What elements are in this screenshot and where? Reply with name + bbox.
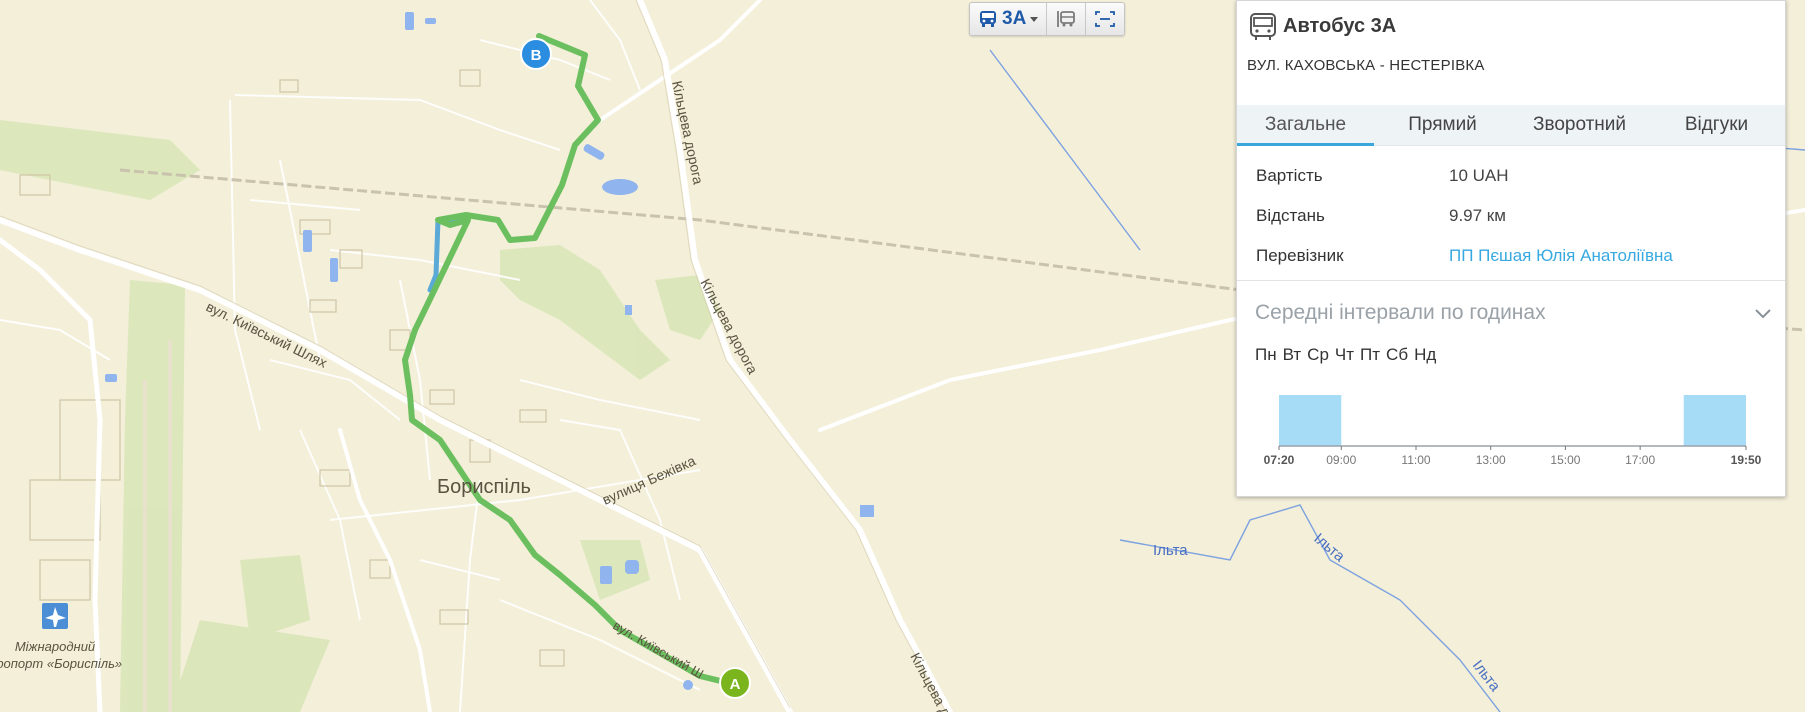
tab-general[interactable]: Загальне (1237, 105, 1374, 146)
route-selector-button[interactable]: 3А (970, 3, 1048, 35)
fit-route-button[interactable] (1086, 3, 1124, 35)
day-thu[interactable]: Чт (1335, 345, 1354, 365)
chevron-down-icon[interactable] (1755, 309, 1771, 319)
carrier-link[interactable]: ПП Пєшая Юлія Анатоліївна (1449, 246, 1673, 266)
stops-icon (1057, 11, 1076, 27)
distance-label: Відстань (1256, 206, 1325, 225)
day-sun[interactable]: Нд (1414, 345, 1436, 365)
panel-subtitle: ВУЛ. КАХОВСЬКА - НЕСТЕРІВКА (1247, 57, 1485, 74)
intervals-title: Середні інтервали по годинах (1255, 301, 1546, 324)
carrier-label: Перевізник (1256, 246, 1344, 265)
distance-value: 9.97 км (1449, 206, 1506, 225)
route-number: 3А (1002, 8, 1027, 29)
day-mon[interactable]: Пн (1255, 345, 1277, 365)
interval-bar-2 (1683, 395, 1746, 446)
price-label: Вартість (1256, 166, 1323, 185)
tick-label-end: 19:50 (1731, 453, 1762, 467)
intervals-chart: 07:20 09:00 11:00 13:00 15:00 17:00 19:50 (1264, 395, 1762, 467)
label-river-1: Ільта (1153, 542, 1188, 559)
price-value: 10 UAH (1449, 166, 1509, 185)
airport-icon (42, 603, 68, 629)
info-row-distance: Відстань 9.97 км (1237, 196, 1785, 236)
marker-end-label: B (531, 47, 542, 64)
map-toolbar: 3А (969, 2, 1126, 36)
bus-outline-icon (1250, 13, 1276, 40)
marker-start[interactable]: A (719, 667, 751, 699)
day-fri[interactable]: Пт (1360, 345, 1380, 365)
panel-tabs: Загальне Прямий Зворотний Відгуки (1237, 105, 1785, 146)
label-city: Бориспіль (437, 476, 531, 498)
intervals-header[interactable]: Середні інтервали по годинах (1237, 281, 1785, 345)
info-row-price: Вартість 10 UAH (1237, 156, 1785, 196)
tab-forward[interactable]: Прямий (1374, 105, 1511, 145)
label-airport-line2: аеропорт «Бориспіль» (0, 656, 122, 671)
tick-label-2: 11:00 (1401, 453, 1430, 467)
route-info-panel: Автобус 3А ВУЛ. КАХОВСЬКА - НЕСТЕРІВКА З… (1236, 0, 1786, 497)
day-tue[interactable]: Вт (1283, 345, 1302, 365)
label-airport-line1: Міжнародний (15, 639, 95, 654)
tick-label-1: 09:00 (1326, 453, 1356, 467)
fit-route-icon (1095, 11, 1116, 27)
bus-icon (980, 11, 996, 27)
day-sat[interactable]: Сб (1386, 345, 1408, 365)
day-wed[interactable]: Ср (1307, 345, 1329, 365)
panel-title: Автобус 3А (1283, 15, 1397, 37)
tick-label-3: 13:00 (1476, 453, 1506, 467)
tick-label-start: 07:20 (1264, 453, 1295, 467)
panel-header: Автобус 3А ВУЛ. КАХОВСЬКА - НЕСТЕРІВКА (1237, 1, 1785, 105)
tick-label-4: 15:00 (1550, 453, 1580, 467)
chevron-down-icon (1030, 16, 1039, 22)
marker-end[interactable]: B (520, 38, 552, 70)
tab-backward[interactable]: Зворотний (1511, 105, 1648, 145)
tab-reviews[interactable]: Відгуки (1648, 105, 1785, 145)
info-row-carrier: Перевізник ПП Пєшая Юлія Анатоліївна (1237, 236, 1785, 276)
interval-bar-1 (1279, 395, 1342, 446)
marker-start-label: A (730, 676, 741, 693)
stops-button[interactable] (1047, 3, 1087, 35)
route-details: Вартість 10 UAH Відстань 9.97 км Перевіз… (1237, 146, 1785, 276)
tick-label-5: 17:00 (1625, 453, 1655, 467)
